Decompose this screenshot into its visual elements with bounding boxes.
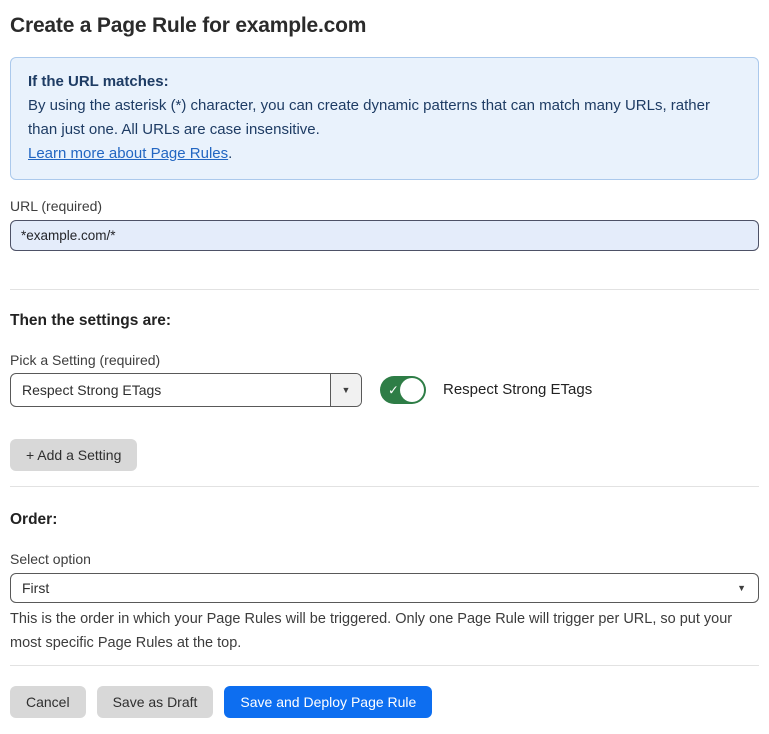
url-field-label: URL (required) (10, 196, 759, 216)
setting-select-value: Respect Strong ETags (11, 374, 330, 406)
info-box-link-line: Learn more about Page Rules. (28, 142, 741, 166)
settings-section-heading: Then the settings are: (10, 310, 759, 332)
url-match-info-box: If the URL matches: By using the asteris… (10, 57, 759, 180)
order-select-label: Select option (10, 549, 759, 569)
setting-row: Respect Strong ETags ▼ ✓ Respect Strong … (10, 373, 759, 407)
setting-toggle-label: Respect Strong ETags (443, 373, 592, 407)
info-box-body: By using the asterisk (*) character, you… (28, 94, 741, 142)
link-suffix: . (228, 145, 232, 162)
url-input[interactable] (10, 220, 759, 251)
toggle-knob (400, 378, 424, 402)
order-section-heading: Order: (10, 509, 759, 531)
section-divider (10, 289, 759, 290)
save-as-draft-button[interactable]: Save as Draft (97, 686, 214, 718)
setting-select-arrow-button[interactable]: ▼ (330, 374, 361, 406)
actions-row: Cancel Save as Draft Save and Deploy Pag… (10, 686, 759, 718)
page-rule-form: Create a Page Rule for example.com If th… (0, 0, 769, 734)
order-select-value: First (22, 580, 49, 596)
setting-toggle[interactable]: ✓ (380, 376, 426, 404)
learn-more-link[interactable]: Learn more about Page Rules (28, 145, 228, 162)
check-icon: ✓ (388, 384, 399, 397)
add-setting-button[interactable]: + Add a Setting (10, 439, 137, 471)
order-help-text: This is the order in which your Page Rul… (10, 607, 759, 655)
page-title: Create a Page Rule for example.com (10, 12, 759, 40)
dropdown-arrow-icon: ▼ (737, 583, 746, 593)
actions-divider (10, 665, 759, 666)
cancel-button[interactable]: Cancel (10, 686, 86, 718)
setting-picker-label: Pick a Setting (required) (10, 350, 759, 370)
dropdown-arrow-icon: ▼ (342, 385, 351, 395)
info-box-heading: If the URL matches: (28, 70, 741, 94)
setting-select[interactable]: Respect Strong ETags ▼ (10, 373, 362, 407)
save-and-deploy-button[interactable]: Save and Deploy Page Rule (224, 686, 432, 718)
section-divider (10, 486, 759, 487)
order-select[interactable]: First ▼ (10, 573, 759, 603)
